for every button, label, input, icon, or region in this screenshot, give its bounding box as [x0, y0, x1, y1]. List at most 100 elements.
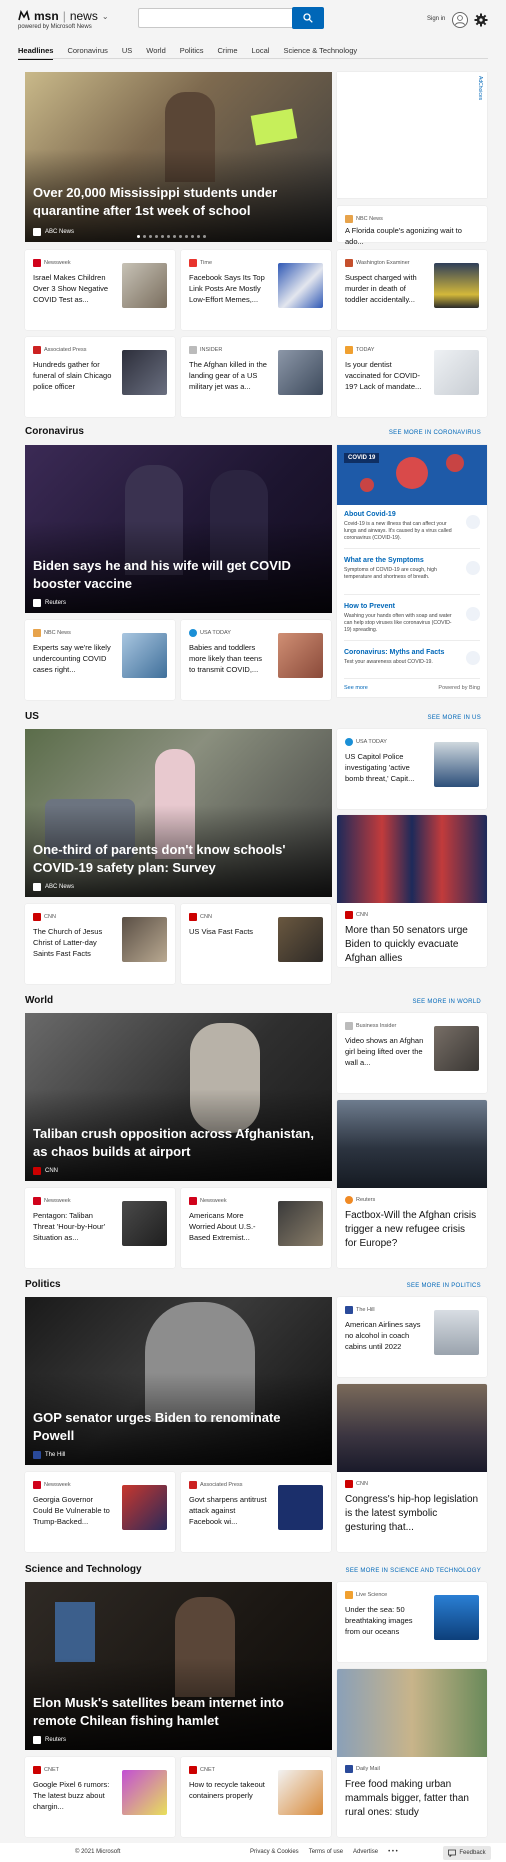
see-more-us[interactable]: SEE MORE IN US	[427, 715, 481, 721]
carousel-dot[interactable]	[179, 235, 182, 238]
card-title[interactable]: Govt sharpens antitrust attack against F…	[189, 1494, 269, 1527]
card-thumbnail[interactable]	[122, 350, 167, 395]
card-title[interactable]: Georgia Governor Could Be Vulnerable to …	[33, 1494, 113, 1527]
sign-in-link[interactable]: Sign in	[427, 16, 445, 22]
news-card[interactable]: Live Science Under the sea: 50 breathtak…	[337, 1582, 487, 1662]
card-thumbnail[interactable]	[434, 350, 479, 395]
news-card[interactable]: Newsweek Pentagon: Taliban Threat 'Hour-…	[25, 1188, 175, 1268]
card-thumbnail[interactable]	[122, 263, 167, 308]
card-title[interactable]: The Afghan killed in the landing gear of…	[189, 359, 269, 392]
card-image[interactable]	[337, 1669, 487, 1757]
carousel-dot[interactable]	[167, 235, 170, 238]
covid-item-title[interactable]: What are the Symptoms	[344, 557, 480, 564]
card-image[interactable]	[337, 1384, 487, 1472]
carousel-dot[interactable]	[149, 235, 152, 238]
section-title-politics[interactable]: Politics	[25, 1279, 61, 1290]
card-thumbnail[interactable]	[278, 633, 323, 678]
top-hero-story[interactable]: Over 20,000 Mississippi students under q…	[25, 72, 332, 242]
covid-see-more-link[interactable]: See more	[344, 685, 368, 691]
scitech-image-card[interactable]: Daily Mail Free food making urban mammal…	[337, 1669, 487, 1837]
scitech-hero-story[interactable]: Elon Musk's satellites beam internet int…	[25, 1582, 332, 1750]
section-title-us[interactable]: US	[25, 711, 39, 722]
card-title[interactable]: How to recycle takeout containers proper…	[189, 1779, 269, 1801]
card-thumbnail[interactable]	[278, 263, 323, 308]
ad-choices-label[interactable]: AdChoices	[477, 76, 483, 100]
card-title[interactable]: Under the sea: 50 breathtaking images fr…	[345, 1604, 425, 1637]
section-title-world[interactable]: World	[25, 995, 53, 1006]
ad-slot[interactable]: AdChoices	[337, 72, 487, 198]
carousel-dot[interactable]	[191, 235, 194, 238]
card-image[interactable]	[337, 1100, 487, 1188]
news-card[interactable]: Associated Press Hundreds gather for fun…	[25, 337, 175, 417]
card-thumbnail[interactable]	[278, 350, 323, 395]
card-title[interactable]: The Church of Jesus Christ of Latter-day…	[33, 926, 113, 959]
us-image-card[interactable]: CNN More than 50 senators urge Biden to …	[337, 815, 487, 967]
card-thumbnail[interactable]	[278, 1485, 323, 1530]
covid-item-about[interactable]: About Covid-19 Covid-19 is a new illness…	[344, 505, 480, 549]
chevron-down-icon[interactable]: ⌄	[102, 12, 109, 21]
carousel-dot[interactable]	[203, 235, 206, 238]
politics-image-card[interactable]: CNN Congress's hip-hop legislation is th…	[337, 1384, 487, 1552]
world-image-card[interactable]: Reuters Factbox-Will the Afghan crisis t…	[337, 1100, 487, 1268]
card-thumbnail[interactable]	[122, 1201, 167, 1246]
news-card[interactable]: Time Facebook Says Its Top Link Posts Ar…	[181, 250, 331, 330]
card-title[interactable]: Americans More Worried About U.S.-Based …	[189, 1210, 269, 1243]
card-thumbnail[interactable]	[434, 1310, 479, 1355]
feedback-button[interactable]: Feedback	[443, 1846, 491, 1860]
see-more-science-technology[interactable]: SEE MORE IN SCIENCE AND TECHNOLOGY	[346, 1568, 481, 1574]
news-card[interactable]: Newsweek Georgia Governor Could Be Vulne…	[25, 1472, 175, 1552]
card-thumbnail[interactable]	[122, 1770, 167, 1815]
gear-icon[interactable]	[474, 13, 488, 27]
card-title[interactable]: A Florida couple's agonizing wait to ado…	[345, 225, 479, 247]
carousel-dots[interactable]	[137, 235, 206, 238]
card-title[interactable]: Facebook Says Its Top Link Posts Are Mos…	[189, 272, 269, 305]
card-thumbnail[interactable]	[122, 917, 167, 962]
card-thumbnail[interactable]	[434, 263, 479, 308]
card-title[interactable]: Congress's hip-hop legislation is the la…	[345, 1493, 479, 1535]
carousel-dot[interactable]	[137, 235, 140, 238]
terms-link[interactable]: Terms of use	[309, 1849, 343, 1855]
card-title[interactable]: Hundreds gather for funeral of slain Chi…	[33, 359, 113, 392]
news-card[interactable]: CNN The Church of Jesus Christ of Latter…	[25, 904, 175, 984]
news-card[interactable]: Washington Examiner Suspect charged with…	[337, 250, 487, 330]
news-card[interactable]: CNN US Visa Fast Facts	[181, 904, 331, 984]
card-title[interactable]: Pentagon: Taliban Threat 'Hour-by-Hour' …	[33, 1210, 113, 1243]
carousel-dot[interactable]	[155, 235, 158, 238]
see-more-coronavirus[interactable]: SEE MORE IN CORONAVIRUS	[389, 430, 481, 436]
card-thumbnail[interactable]	[434, 742, 479, 787]
carousel-dot[interactable]	[143, 235, 146, 238]
world-hero-story[interactable]: Taliban crush opposition across Afghanis…	[25, 1013, 332, 1181]
news-card[interactable]: USA TODAY Babies and toddlers more likel…	[181, 620, 331, 700]
card-title[interactable]: Free food making urban mammals bigger, f…	[345, 1778, 479, 1820]
card-title[interactable]: Suspect charged with murder in death of …	[345, 272, 425, 305]
news-card[interactable]: NBC News Experts say we're likely underc…	[25, 620, 175, 700]
card-thumbnail[interactable]	[434, 1595, 479, 1640]
news-card[interactable]: INSIDER The Afghan killed in the landing…	[181, 337, 331, 417]
coronavirus-hero-story[interactable]: Biden says he and his wife will get COVI…	[25, 445, 332, 613]
carousel-dot[interactable]	[185, 235, 188, 238]
card-title[interactable]: US Visa Fast Facts	[189, 926, 269, 937]
card-thumbnail[interactable]	[278, 917, 323, 962]
hero-title[interactable]: Elon Musk's satellites beam internet int…	[33, 1694, 322, 1730]
more-links-button[interactable]: • • •	[388, 1849, 398, 1855]
news-card[interactable]: Newsweek Americans More Worried About U.…	[181, 1188, 331, 1268]
carousel-dot[interactable]	[161, 235, 164, 238]
covid-item-title[interactable]: About Covid-19	[344, 511, 480, 518]
politics-hero-story[interactable]: GOP senator urges Biden to renominate Po…	[25, 1297, 332, 1465]
advertise-link[interactable]: Advertise	[353, 1849, 378, 1855]
see-more-world[interactable]: SEE MORE IN WORLD	[413, 999, 481, 1005]
news-card[interactable]: Newsweek Israel Makes Children Over 3 Sh…	[25, 250, 175, 330]
covid-item-prevent[interactable]: How to Prevent Washing your hands often …	[344, 597, 480, 641]
search-button[interactable]	[292, 7, 324, 29]
hero-title[interactable]: Over 20,000 Mississippi students under q…	[33, 184, 322, 220]
top-side-card[interactable]: NBC News A Florida couple's agonizing wa…	[337, 206, 487, 246]
card-thumbnail[interactable]	[278, 1770, 323, 1815]
news-card[interactable]: Business Insider Video shows an Afghan g…	[337, 1013, 487, 1093]
news-card[interactable]: Associated Press Govt sharpens antitrust…	[181, 1472, 331, 1552]
covid-item-title[interactable]: How to Prevent	[344, 603, 480, 610]
avatar[interactable]	[452, 12, 468, 28]
card-thumbnail[interactable]	[278, 1201, 323, 1246]
section-title-coronavirus[interactable]: Coronavirus	[25, 426, 84, 437]
card-title[interactable]: More than 50 senators urge Biden to quic…	[345, 924, 479, 966]
carousel-dot[interactable]	[197, 235, 200, 238]
